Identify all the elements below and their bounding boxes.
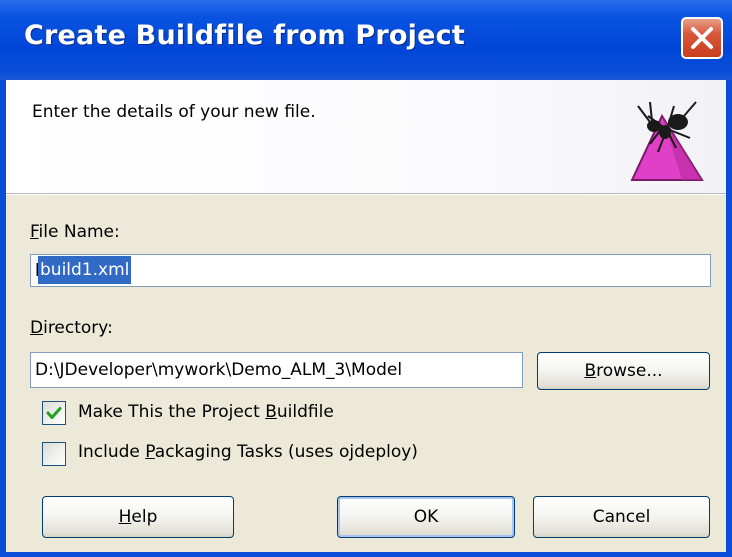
directory-input[interactable]	[30, 352, 523, 388]
dialog-title: Create Buildfile from Project	[24, 20, 465, 51]
make-buildfile-checkbox[interactable]	[42, 401, 66, 425]
header-panel: Enter the details of your new file.	[6, 80, 726, 194]
make-buildfile-label-after: uildfile	[276, 402, 334, 422]
file-name-input[interactable]	[30, 254, 711, 287]
include-packaging-label-after: ackaging Tasks (uses ojdeploy)	[154, 442, 418, 462]
include-packaging-label-mnemonic: P	[145, 442, 155, 462]
checkmark-icon	[46, 407, 62, 419]
create-buildfile-dialog: Create Buildfile from Project Enter the …	[0, 0, 732, 557]
file-name-label-rest: ile Name:	[38, 222, 120, 242]
file-name-selection: build1.xml	[38, 256, 132, 284]
include-packaging-label-before: Include	[78, 442, 146, 462]
help-button[interactable]: Help	[42, 496, 234, 538]
directory-label: Directory:	[30, 318, 113, 338]
file-name-label: File Name:	[30, 222, 120, 242]
make-buildfile-label[interactable]: Make This the Project Buildfile	[78, 402, 334, 422]
title-bar[interactable]: Create Buildfile from Project	[0, 0, 732, 80]
directory-label-mnemonic: D	[30, 318, 44, 338]
cancel-button[interactable]: Cancel	[533, 496, 710, 538]
help-button-mnemonic: H	[118, 507, 132, 527]
browse-button-mnemonic: B	[584, 361, 597, 381]
make-buildfile-label-mnemonic: B	[265, 402, 277, 422]
close-icon	[691, 27, 713, 49]
include-packaging-label[interactable]: Include Packaging Tasks (uses ojdeploy)	[78, 442, 418, 462]
ant-logo-icon	[630, 101, 704, 181]
ok-button-label: OK	[413, 507, 439, 527]
directory-label-rest: irectory:	[43, 318, 113, 338]
close-button[interactable]	[681, 17, 723, 59]
include-packaging-checkbox[interactable]	[42, 442, 66, 466]
browse-button[interactable]: Browse...	[537, 352, 710, 390]
file-name-label-mnemonic: F	[30, 222, 39, 242]
header-instruction: Enter the details of your new file.	[32, 102, 316, 122]
cancel-button-label: Cancel	[592, 507, 651, 527]
ok-button[interactable]: OK	[337, 496, 515, 538]
browse-button-label: rowse...	[596, 361, 663, 381]
make-buildfile-label-before: Make This the Project	[78, 402, 266, 422]
help-button-label: elp	[131, 507, 158, 527]
window-frame-right	[726, 80, 732, 557]
